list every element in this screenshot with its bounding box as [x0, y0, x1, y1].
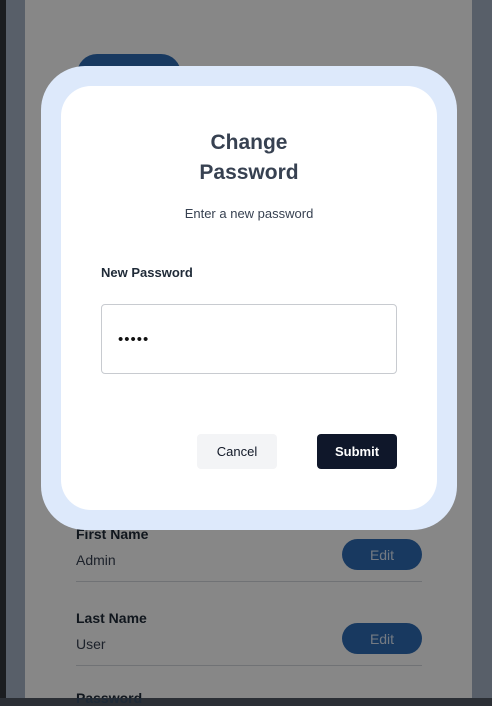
modal-subtitle: Enter a new password — [184, 206, 314, 221]
new-password-label: New Password — [101, 265, 193, 280]
new-password-input[interactable] — [101, 304, 397, 374]
cancel-button[interactable]: Cancel — [197, 434, 277, 469]
submit-button[interactable]: Submit — [317, 434, 397, 469]
change-password-modal: Change Password Enter a new password New… — [41, 66, 457, 530]
modal-content: Change Password Enter a new password New… — [61, 86, 437, 510]
modal-title: Change Password — [199, 131, 299, 184]
